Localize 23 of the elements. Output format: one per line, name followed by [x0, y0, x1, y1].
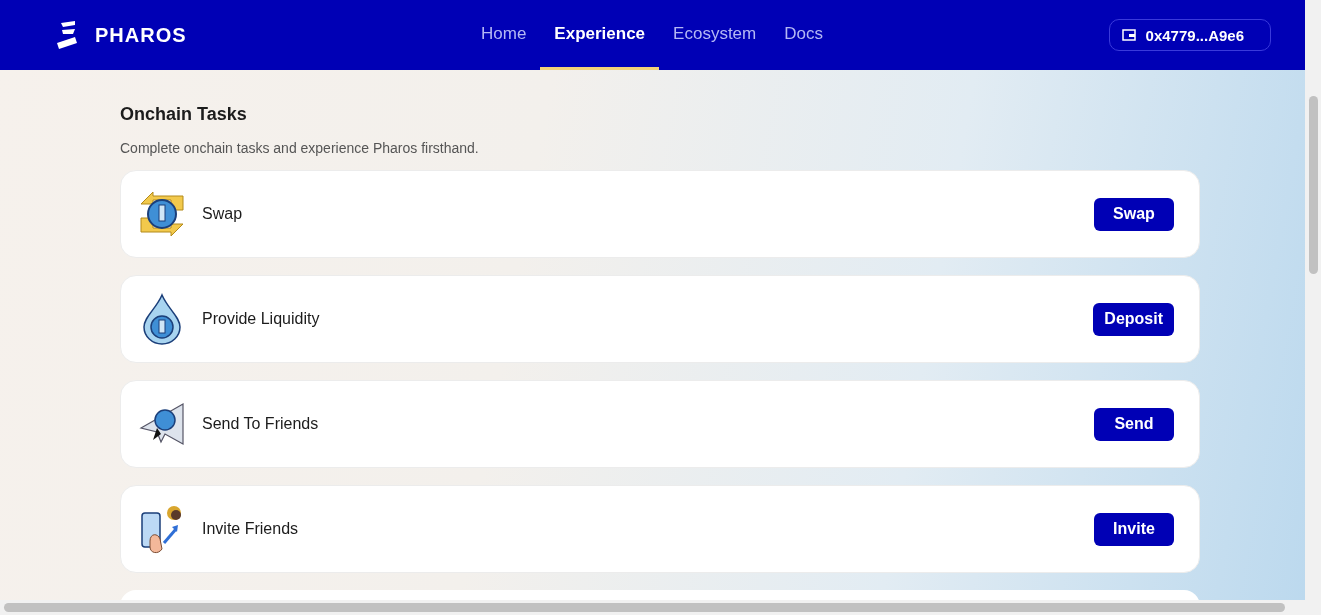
paper-plane-icon [139, 402, 185, 446]
nav-tab[interactable]: Home [467, 0, 541, 70]
task-title: Swap [202, 205, 244, 223]
wallet-button[interactable]: 0x4779...A9e6 [1108, 19, 1271, 51]
swap-arrows-icon [139, 190, 185, 238]
action-button[interactable]: Swap [1094, 197, 1174, 231]
nav-tab[interactable]: Docs [770, 0, 837, 70]
task-title: Provide Liquidity [202, 310, 321, 328]
nav-tab[interactable]: Ecosystem [659, 0, 771, 70]
task-title: Invite Friends [202, 520, 300, 538]
phone-invite-icon [140, 503, 184, 555]
task-title: Send To Friends [202, 415, 320, 433]
action-button[interactable]: Invite [1094, 512, 1174, 546]
brand-name: PHAROS [95, 23, 187, 47]
wallet-icon [1121, 29, 1136, 41]
scrollbar-thumb[interactable] [1308, 96, 1318, 274]
action-button[interactable]: Deposit [1093, 302, 1174, 336]
action-button[interactable]: Send [1094, 407, 1174, 441]
section-title: Onchain Tasks [120, 104, 248, 125]
nav-tab[interactable]: Experience [540, 0, 660, 70]
scrollbar-thumb[interactable] [4, 603, 1285, 612]
section-subtitle: Complete onchain tasks and experience Pharos firsthand. [120, 140, 480, 156]
water-drop-icon [142, 293, 182, 345]
